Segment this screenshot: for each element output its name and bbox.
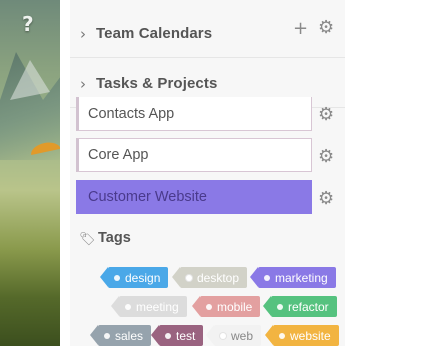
project-item-contacts-app[interactable]: Contacts App (76, 97, 312, 131)
tag-website[interactable]: website (265, 325, 339, 346)
tag-dot (279, 332, 285, 339)
tag-design[interactable]: design (99, 267, 169, 288)
background-photo: ? (0, 0, 60, 346)
tag-refactor[interactable]: refactor (263, 296, 337, 317)
project-label: Contacts App (88, 105, 175, 122)
tag-dot (206, 303, 212, 310)
tag-dot (186, 274, 192, 281)
tag-dot (277, 303, 283, 310)
project-item-customer-website[interactable]: Customer Website (76, 180, 312, 214)
tag-label: refactor (288, 299, 329, 314)
gear-icon[interactable]: ⚙ (318, 148, 334, 166)
tag-label: desktop (197, 270, 240, 285)
project-label: Customer Website (88, 189, 207, 205)
chevron-right-icon[interactable]: › (80, 75, 86, 93)
tag-label: sales (115, 328, 144, 343)
sidebar: › Team Calendars + ⚙ › Tasks & Projects … (70, 0, 345, 346)
tag-icon: 🏷 (79, 232, 96, 247)
tag-label: meeting (136, 299, 179, 314)
tag-dot (220, 332, 226, 339)
tag-label: mobile (217, 299, 253, 314)
tag-label: website (290, 328, 331, 343)
tag-web[interactable]: web (205, 325, 262, 346)
tag-marketing[interactable]: marketing (250, 267, 336, 288)
tag-dot (114, 274, 120, 281)
help-icon[interactable]: ? (22, 12, 34, 36)
tag-dot (104, 332, 110, 339)
plus-icon[interactable]: + (293, 18, 308, 39)
tag-meeting[interactable]: meeting (111, 296, 187, 317)
gear-icon[interactable]: ⚙ (318, 106, 334, 124)
tag-label: test (176, 328, 196, 343)
team-calendars-header[interactable]: › Team Calendars + ⚙ (70, 10, 345, 58)
tag-dot (264, 274, 270, 281)
tag-sales[interactable]: sales (89, 325, 152, 346)
tag-dot (125, 303, 131, 310)
project-item-core-app[interactable]: Core App (76, 138, 312, 172)
tag-desktop[interactable]: desktop (171, 267, 248, 288)
tags-title: Tags (98, 230, 131, 246)
chevron-right-icon[interactable]: › (80, 25, 86, 43)
tasks-projects-title: Tasks & Projects (96, 75, 218, 92)
team-calendars-title: Team Calendars (96, 25, 213, 42)
tag-label: design (125, 270, 161, 285)
gear-icon[interactable]: ⚙ (318, 19, 334, 37)
gear-icon[interactable]: ⚙ (318, 190, 334, 208)
project-label: Core App (88, 147, 149, 163)
tag-label: marketing (275, 270, 328, 285)
tag-dot (165, 332, 171, 339)
tags-header: 🏷 Tags (70, 222, 345, 258)
tag-mobile[interactable]: mobile (191, 296, 261, 317)
tag-test[interactable]: test (150, 325, 204, 346)
tag-label: web (231, 328, 254, 343)
